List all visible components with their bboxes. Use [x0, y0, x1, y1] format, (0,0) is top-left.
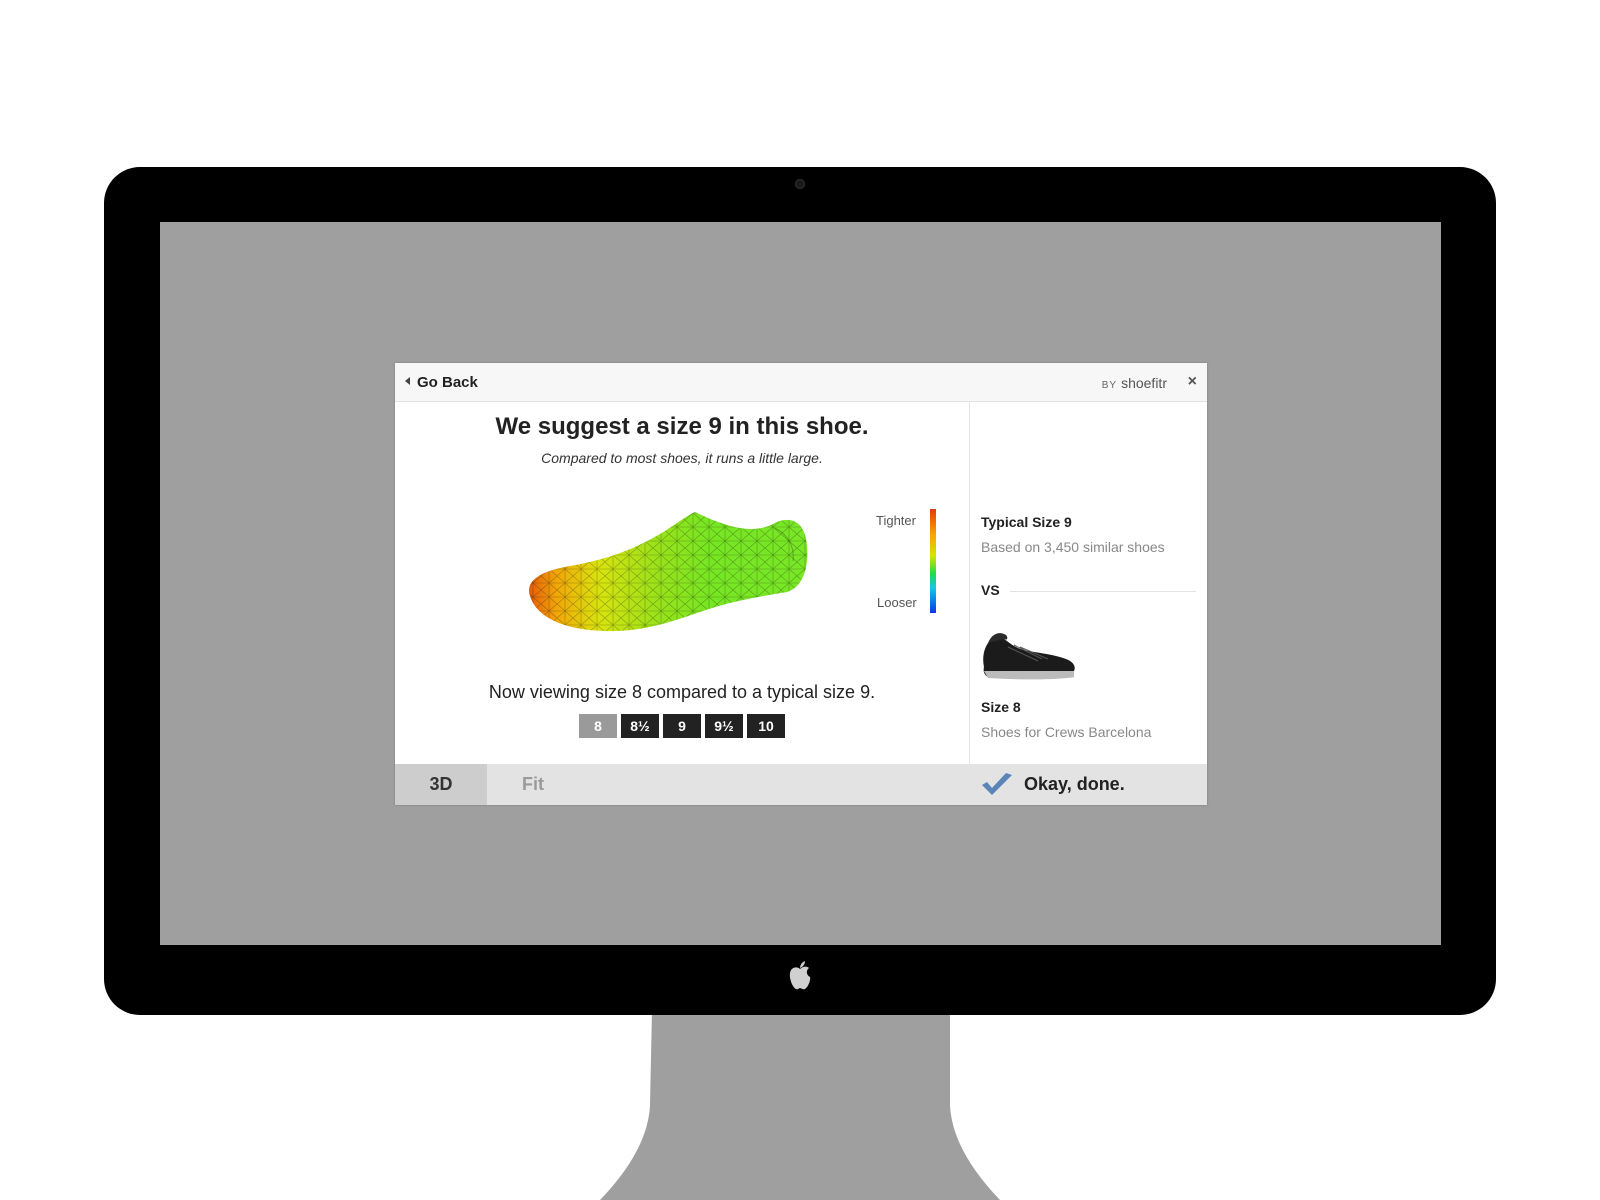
typical-size-subtitle: Based on 3,450 similar shoes	[981, 539, 1165, 555]
suggestion-subheadline: Compared to most shoes, it runs a little…	[541, 450, 823, 466]
camera-icon	[795, 179, 805, 189]
legend-looser-label: Looser	[877, 595, 917, 610]
okay-done-label: Okay, done.	[1024, 774, 1125, 794]
brand-by: BY	[1101, 380, 1118, 391]
legend-gradient-bar	[930, 509, 936, 613]
size-button-8[interactable]: 8	[579, 714, 617, 738]
fit-visualization-pane: We suggest a size 9 in this shoe. Compar…	[395, 402, 969, 764]
tab-3d[interactable]: 3D	[395, 764, 487, 805]
tab-fit[interactable]: Fit	[487, 764, 579, 805]
legend-tighter-label: Tighter	[876, 513, 916, 528]
suggestion-headline: We suggest a size 9 in this shoe.	[495, 413, 869, 440]
vs-divider	[1010, 591, 1196, 592]
product-name: Shoes for Crews Barcelona	[981, 724, 1152, 740]
viewing-status-text: Now viewing size 8 compared to a typical…	[488, 682, 876, 702]
size-button-10[interactable]: 10	[747, 714, 785, 738]
brand-credit: BY shoefitr	[1102, 375, 1167, 391]
brand-name: shoefitr	[1121, 375, 1167, 391]
typical-size-title: Typical Size 9	[981, 514, 1072, 530]
size-suggestion-dialog: Go Back BY shoefitr × We suggest a size 9…	[395, 363, 1207, 805]
size-button-8-half[interactable]: 8½	[621, 714, 659, 738]
dialog-top-bar: Go Back BY shoefitr ×	[395, 363, 1207, 402]
close-icon[interactable]: ×	[1188, 373, 1197, 391]
vs-label: VS	[981, 582, 1000, 598]
size-selector: 8 8½ 9 9½ 10	[395, 714, 969, 738]
product-shoe-image	[983, 633, 1075, 680]
shoe-3d-heatmap	[529, 512, 808, 632]
go-back-label: Go Back	[417, 374, 478, 391]
checkmark-icon	[982, 773, 1012, 795]
back-arrow-icon	[405, 377, 410, 385]
size-button-9-half[interactable]: 9½	[705, 714, 743, 738]
dialog-bottom-bar: 3D Fit Okay, done.	[395, 764, 1207, 805]
go-back-button[interactable]: Go Back	[405, 374, 478, 391]
product-size-title: Size 8	[981, 699, 1021, 715]
apple-logo-icon	[789, 961, 811, 990]
size-button-9[interactable]: 9	[663, 714, 701, 738]
fit-color-legend: Tighter Looser	[850, 507, 960, 617]
comparison-pane: Typical Size 9 Based on 3,450 similar sh…	[970, 402, 1207, 764]
